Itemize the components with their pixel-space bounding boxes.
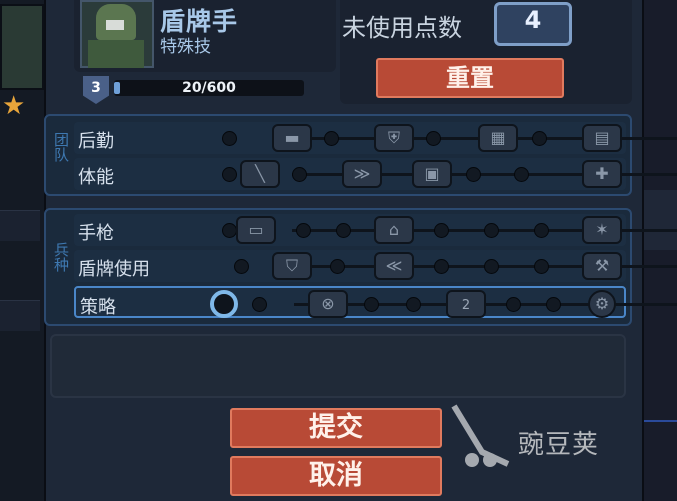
skill-row-logistics[interactable]: 后勤 ▬ ⛨ ▦ ▤ bbox=[74, 122, 677, 154]
description-box bbox=[50, 334, 626, 398]
start-node-icon[interactable] bbox=[210, 290, 238, 318]
skill-dot[interactable] bbox=[364, 297, 379, 312]
right-edge bbox=[640, 0, 677, 501]
skill-dot[interactable] bbox=[324, 131, 339, 146]
skill-dot[interactable] bbox=[434, 259, 449, 274]
skill-dot[interactable] bbox=[406, 297, 421, 312]
skill-dot[interactable] bbox=[466, 167, 481, 182]
skill-dot[interactable] bbox=[222, 167, 237, 182]
skill-row-label: 盾牌使用 bbox=[78, 259, 150, 280]
skill-row-tactics[interactable]: 策略 ⊗ 2 ⚙ bbox=[74, 286, 677, 318]
skill-dot[interactable] bbox=[252, 297, 267, 312]
chevron-icon[interactable]: ≪ bbox=[374, 252, 414, 280]
skill-dot[interactable] bbox=[336, 223, 351, 238]
skill-row-fitness[interactable]: 体能 ╲ ≫ ▣ ✚ bbox=[74, 158, 677, 190]
visor-shape bbox=[106, 20, 124, 30]
double-count: 2 bbox=[461, 298, 471, 313]
skill-row-label: 手枪 bbox=[78, 223, 114, 244]
edge-stripe bbox=[640, 190, 677, 250]
skill-dot[interactable] bbox=[234, 259, 249, 274]
skill-dot[interactable] bbox=[330, 259, 345, 274]
skill-dot[interactable] bbox=[514, 167, 529, 182]
watermark-logo-icon bbox=[451, 404, 510, 467]
run-icon[interactable]: ≫ bbox=[342, 160, 382, 188]
armor-icon[interactable]: ▣ bbox=[412, 160, 452, 188]
class-subtitle: 特殊技 bbox=[160, 37, 211, 57]
medkit-icon[interactable]: ✚ bbox=[582, 160, 622, 188]
helmet-icon[interactable]: ⌂ bbox=[374, 216, 414, 244]
skill-dot[interactable] bbox=[434, 223, 449, 238]
team-section-label: 团队 bbox=[52, 132, 70, 162]
xp-text: 20/600 bbox=[182, 80, 236, 96]
double-icon[interactable]: 2 bbox=[446, 290, 486, 318]
unit-section-label: 兵种 bbox=[52, 242, 70, 272]
grid-icon[interactable]: ▦ bbox=[478, 124, 518, 152]
skill-dot[interactable] bbox=[296, 223, 311, 238]
skill-row-label: 后勤 bbox=[78, 131, 114, 152]
ammo-icon[interactable]: ▬ bbox=[272, 124, 312, 152]
skill-dot[interactable] bbox=[484, 223, 499, 238]
skill-dot[interactable] bbox=[222, 131, 237, 146]
gear-shield-icon[interactable]: ⚙ bbox=[588, 290, 616, 318]
knife-icon[interactable]: ╲ bbox=[240, 160, 280, 188]
skill-dot[interactable] bbox=[534, 259, 549, 274]
skill-row-pistol[interactable]: 手枪 ▭ ⌂ ✶ bbox=[74, 214, 677, 246]
burst-icon[interactable]: ✶ bbox=[582, 216, 622, 244]
skill-dot[interactable] bbox=[292, 167, 307, 182]
roster-strip: ★ bbox=[0, 0, 44, 501]
skill-dot[interactable] bbox=[506, 297, 521, 312]
skill-dot[interactable] bbox=[484, 259, 499, 274]
submit-button[interactable]: 提交 bbox=[230, 408, 442, 448]
cannon-icon[interactable]: ⊗ bbox=[308, 290, 348, 318]
soldier-portrait bbox=[80, 0, 154, 68]
body-shape bbox=[88, 40, 144, 68]
unused-points-label: 未使用点数 bbox=[342, 14, 462, 42]
skill-dot[interactable] bbox=[532, 131, 547, 146]
skill-dot[interactable] bbox=[534, 223, 549, 238]
cancel-button[interactable]: 取消 bbox=[230, 456, 442, 496]
roster-slot[interactable] bbox=[0, 300, 40, 331]
supply-icon[interactable]: ▤ bbox=[582, 124, 622, 152]
star-icon: ★ bbox=[2, 91, 26, 121]
skill-dot[interactable] bbox=[222, 223, 237, 238]
roster-slot[interactable] bbox=[0, 210, 40, 241]
skill-row-label: 体能 bbox=[78, 167, 114, 188]
pistol-icon[interactable]: ▭ bbox=[236, 216, 276, 244]
level-number: 3 bbox=[91, 80, 101, 96]
shield-plus-icon[interactable]: ⛨ bbox=[374, 124, 414, 152]
skill-dot[interactable] bbox=[546, 297, 561, 312]
wrench-icon[interactable]: ⚒ bbox=[582, 252, 622, 280]
reset-button[interactable]: 重置 bbox=[376, 58, 564, 98]
watermark-text: 豌豆荚 bbox=[518, 430, 600, 460]
skill-row-label: 策略 bbox=[80, 297, 116, 318]
shield-icon[interactable]: ⛉ bbox=[272, 252, 312, 280]
skill-dot[interactable] bbox=[426, 131, 441, 146]
roster-portrait[interactable] bbox=[0, 4, 44, 90]
unused-points-value: 4 bbox=[524, 6, 542, 34]
edge-line bbox=[640, 420, 677, 422]
xp-bar: 20/600 bbox=[114, 80, 304, 96]
skill-row-shield[interactable]: 盾牌使用 ⛉ ≪ ⚒ bbox=[74, 250, 677, 282]
